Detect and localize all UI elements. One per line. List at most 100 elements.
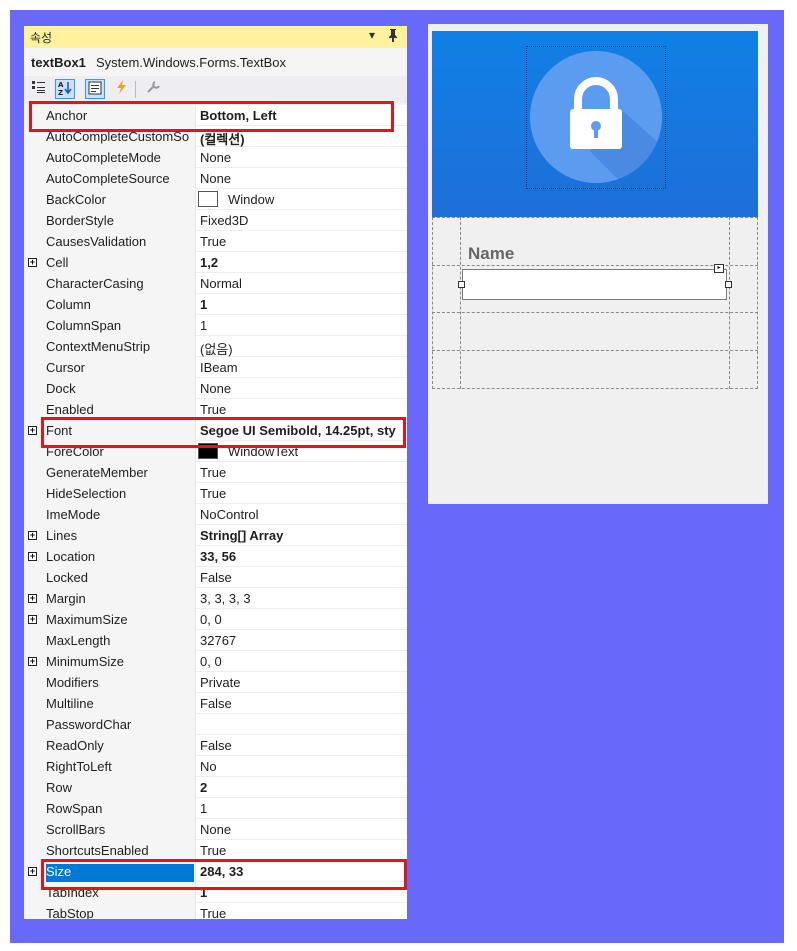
property-row-righttoleft[interactable]: RightToLeft No	[24, 756, 407, 777]
property-row-size[interactable]: + Size 284, 33	[24, 861, 407, 882]
property-row-autocompletecustomso[interactable]: AutoCompleteCustomSo (컬렉션)	[24, 126, 407, 147]
property-value-cell[interactable]: None	[196, 168, 407, 189]
table-layout-panel[interactable]	[432, 217, 758, 389]
property-name[interactable]: Column	[46, 297, 194, 315]
property-name[interactable]: Lines	[46, 528, 194, 546]
property-name[interactable]: Location	[46, 549, 194, 567]
property-name[interactable]: ReadOnly	[46, 738, 194, 756]
property-name[interactable]: Cursor	[46, 360, 194, 378]
property-row-charactercasing[interactable]: CharacterCasing Normal	[24, 273, 407, 294]
smart-tag-icon[interactable]: ▸	[714, 264, 724, 273]
property-row-locked[interactable]: Locked False	[24, 567, 407, 588]
property-row-passwordchar[interactable]: PasswordChar	[24, 714, 407, 735]
property-value-cell[interactable]: WindowText	[196, 441, 407, 462]
property-value-cell[interactable]: 0, 0	[196, 609, 407, 630]
property-value-cell[interactable]: Bottom, Left	[196, 105, 407, 126]
property-value-cell[interactable]: False	[196, 567, 407, 588]
property-name[interactable]: BorderStyle	[46, 213, 194, 231]
property-value-cell[interactable]: True	[196, 231, 407, 252]
property-value-cell[interactable]: True	[196, 483, 407, 504]
property-value-cell[interactable]: None	[196, 819, 407, 840]
property-name[interactable]: ImeMode	[46, 507, 194, 525]
property-value-cell[interactable]: String[] Array	[196, 525, 407, 546]
property-name[interactable]: AutoCompleteCustomSo	[46, 129, 194, 147]
property-name[interactable]: Font	[46, 423, 194, 441]
property-name[interactable]: ScrollBars	[46, 822, 194, 840]
expand-icon[interactable]: +	[28, 594, 37, 603]
expand-icon[interactable]: +	[28, 531, 37, 540]
property-value-cell[interactable]: IBeam	[196, 357, 407, 378]
property-row-readonly[interactable]: ReadOnly False	[24, 735, 407, 756]
object-selector[interactable]: textBox1 System.Windows.Forms.TextBox	[24, 50, 407, 74]
property-name[interactable]: RowSpan	[46, 801, 194, 819]
expand-icon[interactable]: +	[28, 867, 37, 876]
property-row-margin[interactable]: + Margin 3, 3, 3, 3	[24, 588, 407, 609]
properties-icon[interactable]	[85, 79, 105, 99]
property-row-borderstyle[interactable]: BorderStyle Fixed3D	[24, 210, 407, 231]
property-value-cell[interactable]: 1	[196, 798, 407, 819]
property-value-cell[interactable]: Normal	[196, 273, 407, 294]
pin-icon[interactable]	[388, 28, 398, 45]
property-value-cell[interactable]: Segoe UI Semibold, 14.25pt, sty	[196, 420, 407, 441]
property-row-scrollbars[interactable]: ScrollBars None	[24, 819, 407, 840]
lightning-icon[interactable]	[112, 79, 132, 99]
property-name[interactable]: Margin	[46, 591, 194, 609]
property-name[interactable]: BackColor	[46, 192, 194, 210]
property-name[interactable]: Dock	[46, 381, 194, 399]
property-value-cell[interactable]: Private	[196, 672, 407, 693]
expand-icon[interactable]: +	[28, 657, 37, 666]
property-row-multiline[interactable]: Multiline False	[24, 693, 407, 714]
property-row-dock[interactable]: Dock None	[24, 378, 407, 399]
property-row-cell[interactable]: + Cell 1,2	[24, 252, 407, 273]
property-row-modifiers[interactable]: Modifiers Private	[24, 672, 407, 693]
wrench-icon[interactable]	[144, 79, 164, 99]
property-row-causesvalidation[interactable]: CausesValidation True	[24, 231, 407, 252]
property-name[interactable]: CausesValidation	[46, 234, 194, 252]
property-name[interactable]: TabIndex	[46, 885, 194, 903]
property-value-cell[interactable]: 3, 3, 3, 3	[196, 588, 407, 609]
property-name[interactable]: Locked	[46, 570, 194, 588]
property-row-shortcutsenabled[interactable]: ShortcutsEnabled True	[24, 840, 407, 861]
property-name[interactable]: Modifiers	[46, 675, 194, 693]
property-row-row[interactable]: Row 2	[24, 777, 407, 798]
property-row-autocompletesource[interactable]: AutoCompleteSource None	[24, 168, 407, 189]
property-value-cell[interactable]: True	[196, 462, 407, 483]
property-name[interactable]: MaximumSize	[46, 612, 194, 630]
property-value-cell[interactable]: 2	[196, 777, 407, 798]
property-name[interactable]: Anchor	[46, 108, 194, 126]
property-row-autocompletemode[interactable]: AutoCompleteMode None	[24, 147, 407, 168]
property-name[interactable]: AutoCompleteMode	[46, 150, 194, 168]
dropdown-icon[interactable]: ▾	[369, 28, 375, 42]
property-value-cell[interactable]: (컬렉션)	[196, 126, 407, 147]
property-name[interactable]: ContextMenuStrip	[46, 339, 194, 357]
property-value-cell[interactable]	[196, 714, 407, 735]
property-row-columnspan[interactable]: ColumnSpan 1	[24, 315, 407, 336]
resize-handle-right[interactable]	[725, 281, 732, 288]
property-row-hideselection[interactable]: HideSelection True	[24, 483, 407, 504]
property-name[interactable]: Row	[46, 780, 194, 798]
property-value-cell[interactable]: 1	[196, 315, 407, 336]
property-value-cell[interactable]: True	[196, 399, 407, 420]
expand-icon[interactable]: +	[28, 615, 37, 624]
property-row-generatemember[interactable]: GenerateMember True	[24, 462, 407, 483]
alphabetical-icon[interactable]: AZ	[55, 79, 75, 99]
property-name[interactable]: Multiline	[46, 696, 194, 714]
property-name[interactable]: AutoCompleteSource	[46, 171, 194, 189]
property-name[interactable]: PasswordChar	[46, 717, 194, 735]
property-name[interactable]: RightToLeft	[46, 759, 194, 777]
property-name[interactable]: HideSelection	[46, 486, 194, 504]
property-row-tabstop[interactable]: TabStop True	[24, 903, 407, 919]
property-value-cell[interactable]: None	[196, 378, 407, 399]
property-row-maxlength[interactable]: MaxLength 32767	[24, 630, 407, 651]
property-row-column[interactable]: Column 1	[24, 294, 407, 315]
property-row-forecolor[interactable]: ForeColor WindowText	[24, 441, 407, 462]
property-row-imemode[interactable]: ImeMode NoControl	[24, 504, 407, 525]
name-textbox[interactable]	[462, 269, 727, 300]
property-name[interactable]: Size	[46, 864, 194, 882]
property-name[interactable]: GenerateMember	[46, 465, 194, 483]
property-name[interactable]: Cell	[46, 255, 194, 273]
property-row-cursor[interactable]: Cursor IBeam	[24, 357, 407, 378]
property-row-tabindex[interactable]: TabIndex 1	[24, 882, 407, 903]
property-value-cell[interactable]: No	[196, 756, 407, 777]
resize-handle-left[interactable]	[458, 281, 465, 288]
